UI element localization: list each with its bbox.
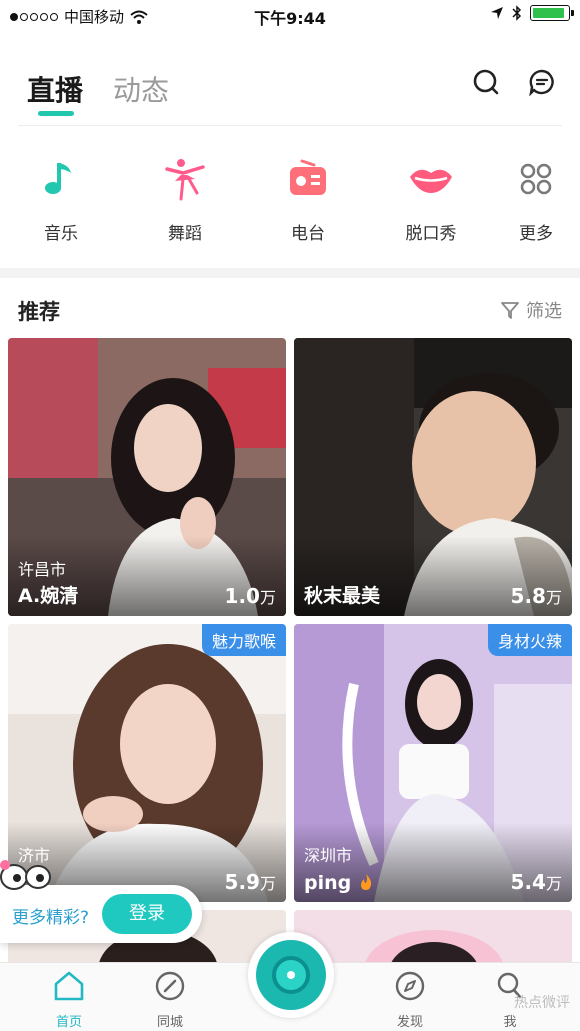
lens-icon bbox=[272, 956, 310, 994]
tab-moments[interactable]: 动态 bbox=[113, 69, 169, 109]
live-card[interactable] bbox=[294, 910, 572, 970]
card-city: 许昌市 bbox=[18, 560, 67, 579]
music-note-icon bbox=[45, 163, 71, 194]
card-viewer-count: 5.9万 bbox=[225, 870, 276, 894]
bluetooth-icon bbox=[512, 5, 522, 21]
card-viewer-count: 1.0万 bbox=[225, 584, 276, 608]
category-dance[interactable]: 舞蹈 bbox=[140, 155, 230, 244]
live-card[interactable]: 秋末最美 5.8万 bbox=[294, 338, 572, 616]
category-music[interactable]: 音乐 bbox=[16, 155, 106, 244]
header-tabs: 直播 动态 bbox=[0, 55, 580, 125]
watermark: 热点微评 bbox=[514, 995, 570, 1011]
anchor-name-text: ping bbox=[304, 872, 352, 894]
stream-cover-image bbox=[294, 910, 572, 970]
card-anchor-name: 秋末最美 bbox=[304, 585, 381, 607]
home-icon bbox=[54, 971, 84, 1001]
card-anchor-name: A.婉清 bbox=[18, 585, 79, 607]
login-button[interactable]: 登录 bbox=[102, 894, 192, 934]
category-row: 音乐 舞蹈 电台 脱口秀 更多 bbox=[0, 155, 580, 255]
nav-nearby[interactable]: 同城 bbox=[130, 969, 210, 1030]
viewer-unit: 万 bbox=[545, 874, 562, 893]
tab-live[interactable]: 直播 bbox=[27, 69, 83, 109]
filter-label: 筛选 bbox=[526, 301, 562, 322]
category-talkshow[interactable]: 脱口秀 bbox=[386, 155, 476, 244]
compass-icon bbox=[155, 971, 185, 1001]
viewer-unit: 万 bbox=[545, 588, 562, 607]
card-tag: 身材火辣 bbox=[487, 624, 572, 656]
battery-icon bbox=[530, 5, 574, 21]
tab-active-indicator bbox=[38, 111, 74, 116]
nav-label: 发现 bbox=[396, 1015, 423, 1030]
card-viewer-count: 5.8万 bbox=[511, 584, 562, 608]
card-tag: 魅力歌喉 bbox=[201, 624, 286, 656]
location-arrow-icon bbox=[491, 7, 503, 19]
live-card[interactable]: 许昌市 A.婉清 1.0万 bbox=[8, 338, 286, 616]
nav-label: 同城 bbox=[156, 1015, 183, 1030]
viewer-unit: 万 bbox=[259, 874, 276, 893]
message-icon[interactable] bbox=[528, 68, 556, 96]
section-divider bbox=[0, 268, 580, 278]
category-label: 电台 bbox=[291, 224, 325, 244]
viewer-number: 5.8 bbox=[510, 584, 546, 608]
recommend-title: 推荐 bbox=[18, 300, 60, 324]
live-card[interactable]: 身材火辣 深圳市 ping 5.4万 bbox=[294, 624, 572, 902]
card-anchor-name: ping bbox=[304, 872, 374, 894]
category-label: 音乐 bbox=[44, 224, 78, 244]
lips-icon bbox=[410, 169, 452, 193]
category-label: 更多 bbox=[519, 224, 553, 244]
live-button-ring bbox=[256, 940, 326, 1010]
cartoon-eyes-icon bbox=[0, 860, 51, 890]
viewer-number: 1.0 bbox=[224, 584, 260, 608]
nav-label: 我 bbox=[503, 1015, 517, 1030]
search-icon[interactable] bbox=[472, 68, 500, 96]
nav-discover[interactable]: 发现 bbox=[370, 969, 450, 1030]
recommend-header: 推荐 筛选 bbox=[0, 290, 580, 330]
login-prompt: 更多精彩? 登录 bbox=[0, 860, 202, 943]
viewer-number: 5.4 bbox=[510, 870, 546, 894]
category-radio[interactable]: 电台 bbox=[263, 155, 353, 244]
category-label: 舞蹈 bbox=[168, 224, 202, 244]
viewer-unit: 万 bbox=[259, 588, 276, 607]
filter-button[interactable]: 筛选 bbox=[500, 297, 562, 323]
login-prompt-text: 更多精彩? bbox=[12, 908, 90, 928]
fire-icon bbox=[360, 874, 372, 890]
dancer-icon bbox=[165, 159, 205, 201]
card-viewer-count: 5.4万 bbox=[511, 870, 562, 894]
lens-dot bbox=[287, 971, 295, 979]
category-more[interactable]: 更多 bbox=[491, 155, 580, 244]
viewer-number: 5.9 bbox=[224, 870, 260, 894]
discover-icon bbox=[395, 971, 425, 1001]
filter-icon bbox=[501, 302, 519, 319]
status-bar: 中国移动 下午9:44 bbox=[0, 0, 580, 30]
header-divider bbox=[18, 125, 562, 126]
status-right bbox=[490, 5, 574, 21]
category-label: 脱口秀 bbox=[405, 224, 457, 244]
radio-icon bbox=[290, 159, 326, 195]
more-grid-icon bbox=[520, 163, 552, 195]
nav-label: 首页 bbox=[55, 1015, 82, 1030]
nav-home[interactable]: 首页 bbox=[29, 969, 109, 1030]
start-live-button[interactable] bbox=[248, 932, 334, 1018]
card-city: 深圳市 bbox=[304, 846, 353, 865]
